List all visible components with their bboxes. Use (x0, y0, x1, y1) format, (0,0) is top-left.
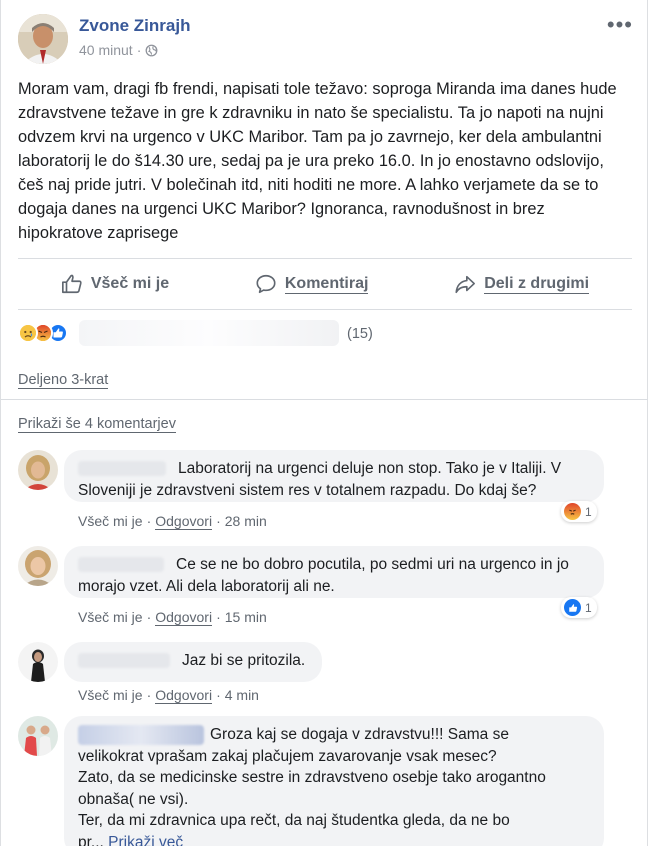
comment-reply-link[interactable]: Odgovori (155, 609, 213, 626)
share-button[interactable]: Deli z drugimi (454, 273, 590, 295)
commenter-name-blurred[interactable] (78, 461, 166, 477)
comment-like-link[interactable]: Všeč mi je (78, 513, 143, 529)
comment-time[interactable]: 4 min (225, 687, 259, 703)
commenter-name-blurred[interactable] (78, 724, 204, 745)
reaction-summary[interactable] (18, 323, 68, 343)
reaction-count[interactable]: (15) (347, 326, 373, 342)
author-avatar[interactable] (18, 14, 68, 64)
post-time[interactable]: 40 minut (79, 42, 133, 58)
sad-reaction-icon (18, 323, 38, 343)
comment-text-line-1: Groza kaj se dogaja v zdravstvu!!! Sama … (210, 726, 509, 743)
see-more-link[interactable]: Prikaži več (108, 834, 183, 846)
facebook-post: Zvone Zinrajh 40 minut · ••• Moram vam, … (0, 0, 648, 846)
commenter-avatar[interactable] (18, 716, 58, 756)
comment-meta: Všeč mi je · Odgovori · 4 min (78, 687, 259, 704)
comment-time[interactable]: 28 min (225, 513, 267, 529)
comment-time[interactable]: 15 min (225, 609, 267, 625)
author-name[interactable]: Zvone Zinrajh (79, 16, 190, 36)
reactor-names-blurred (79, 320, 339, 346)
separator-dot: · (136, 42, 142, 58)
commenter-name-blurred[interactable] (78, 653, 170, 669)
more-options-icon[interactable]: ••• (607, 12, 633, 38)
comment-bubble: Ce se ne bo dobro pocutila, po sedmi uri… (64, 546, 604, 598)
comment-icon (256, 274, 276, 294)
comment-reaction-badge[interactable]: 1 (561, 501, 597, 522)
angry-reaction-icon (564, 503, 581, 520)
globe-icon (145, 44, 158, 56)
commenter-name-blurred[interactable] (78, 557, 164, 573)
comment-meta: Všeč mi je · Odgovori · 28 min (78, 513, 267, 530)
comment-bubble: Groza kaj se dogaja v zdravstvu!!! Sama … (64, 716, 604, 846)
comment-reaction-count: 1 (585, 504, 592, 519)
comment-like-link[interactable]: Všeč mi je (78, 609, 143, 625)
comment-text-line-4: obnaša( ne vsi). (78, 790, 189, 808)
comment-meta: Všeč mi je · Odgovori · 15 min (78, 609, 267, 626)
comment-reply-link[interactable]: Odgovori (155, 687, 213, 704)
comment-like-link[interactable]: Všeč mi je (78, 687, 143, 703)
post-text: Moram vam, dragi fb frendi, napisati tol… (18, 80, 617, 242)
like-reaction-icon (564, 599, 581, 616)
comment-label: Komentiraj (284, 274, 369, 294)
commenter-avatar[interactable] (18, 546, 58, 586)
like-button[interactable]: Všeč mi je (61, 273, 169, 295)
like-label: Všeč mi je (90, 275, 170, 292)
share-icon (455, 275, 476, 294)
divider (1, 399, 648, 400)
comment-button[interactable]: Komentiraj (255, 273, 369, 295)
share-label: Deli z drugimi (484, 274, 590, 294)
comment-text-line-6: pr... (78, 833, 104, 846)
comment-reply-link[interactable]: Odgovori (155, 513, 213, 530)
commenter-avatar[interactable] (18, 642, 58, 682)
comment-bubble: Laboratorij na urgenci deluje non stop. … (64, 450, 604, 502)
comment-text-line-3: Zato, da se medicinske sestre in zdravst… (78, 769, 546, 786)
commenter-avatar[interactable] (18, 450, 58, 490)
comment-reaction-badge[interactable]: 1 (561, 597, 597, 618)
view-more-comments-link[interactable]: Prikaži še 4 komentarjev (18, 416, 176, 433)
thumbs-up-icon (61, 274, 82, 294)
comment-bubble: Jaz bi se pritozila. (64, 642, 322, 682)
post-meta: 40 minut · (79, 42, 158, 58)
comment-text: Jaz bi se pritozila. (182, 652, 306, 669)
comment-text-line-2: velikokrat vprašam zakaj plačujem zavaro… (78, 747, 497, 765)
comment-text-line-5: Ter, da mi zdravnica upa rečt, da naj št… (78, 812, 510, 829)
share-count-link[interactable]: Deljeno 3-krat (18, 372, 109, 389)
comment-reaction-count: 1 (585, 600, 592, 615)
action-bar: Všeč mi je Komentiraj Deli z drugimi (18, 258, 632, 310)
